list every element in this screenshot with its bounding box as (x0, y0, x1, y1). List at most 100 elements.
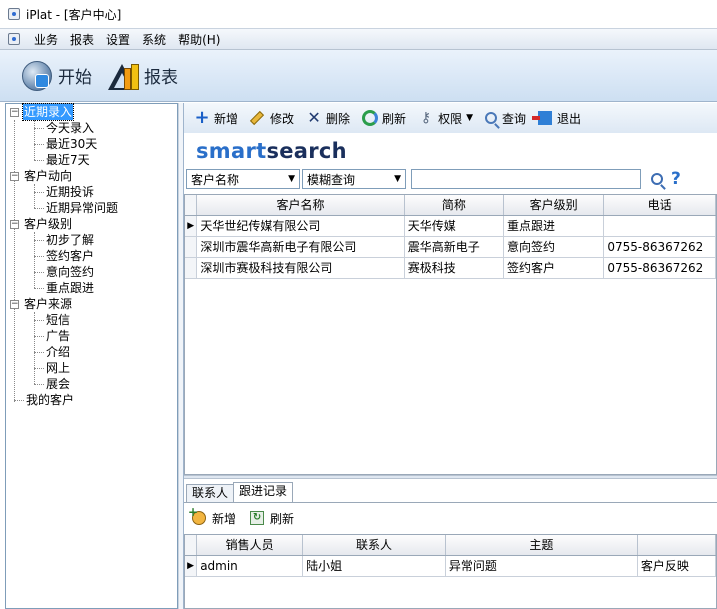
chart-icon (108, 62, 140, 90)
exit-label: 退出 (557, 111, 582, 126)
navigation-tree: − 近期录入 今天录入 最近30天 最近7天 − 客户动向 近期投诉 近期异常问… (5, 103, 178, 609)
pencil-icon (249, 110, 265, 126)
column-header[interactable] (637, 535, 716, 556)
permission-button[interactable]: ⚷ 权限 ▼ (418, 110, 473, 127)
column-header[interactable]: 主题 (445, 535, 638, 556)
tree-item-complaints[interactable]: 近期投诉 (46, 184, 94, 200)
menu-help[interactable]: 帮助(H) (172, 31, 226, 48)
tab-contacts[interactable]: 联系人 (186, 484, 235, 502)
expand-collapse-icon[interactable]: − (10, 220, 19, 229)
cell[interactable]: 签约客户 (503, 257, 605, 279)
window-title: iPlat - [客户中心] (26, 7, 122, 22)
row-indicator-header (185, 195, 198, 216)
column-header[interactable]: 简称 (404, 195, 504, 216)
tree-item-initial[interactable]: 初步了解 (46, 232, 94, 248)
tree-item-expo[interactable]: 展会 (46, 376, 70, 392)
current-row-icon: ▶ (185, 215, 198, 237)
cell[interactable]: 异常问题 (445, 555, 638, 577)
cell[interactable]: 深圳市震华高新电子有限公司 (196, 236, 405, 258)
expand-collapse-icon[interactable]: − (10, 172, 19, 181)
column-header[interactable]: 客户级别 (503, 195, 605, 216)
column-header[interactable]: 销售人员 (196, 535, 304, 556)
refresh-followup-button[interactable]: ↻ 刷新 (250, 510, 294, 527)
tree-item-ads[interactable]: 广告 (46, 328, 70, 344)
cell[interactable]: 0755-86367262 (603, 236, 716, 258)
expand-collapse-icon[interactable]: − (10, 108, 19, 117)
tree-group-trends[interactable]: 客户动向 (24, 168, 72, 184)
tab-followup[interactable]: 跟进记录 (233, 482, 294, 502)
cell[interactable]: admin (196, 555, 304, 577)
column-header[interactable]: 电话 (603, 195, 716, 216)
cell[interactable]: 0755-86367262 (603, 257, 716, 279)
exit-button[interactable]: 退出 (532, 110, 582, 127)
refresh-icon (362, 110, 379, 126)
followup-toolbar: 新增 ↻ 刷新 (184, 504, 717, 532)
app-icon (8, 8, 20, 20)
search-icon (485, 112, 497, 124)
tree-group-source[interactable]: 客户来源 (24, 296, 72, 312)
query-button[interactable]: 查询 (485, 110, 526, 127)
cell[interactable]: 陆小姐 (302, 555, 446, 577)
globe-icon (22, 60, 52, 91)
row-indicator-header (185, 535, 198, 556)
cell[interactable]: 深圳市赛极科技有限公司 (196, 257, 405, 279)
cell[interactable]: 意向签约 (503, 236, 605, 258)
cell[interactable]: 重点跟进 (503, 215, 605, 237)
delete-button[interactable]: ✕ 删除 (306, 110, 350, 127)
tree-group-recent[interactable]: 近期录入 (21, 103, 75, 121)
followup-grid: 销售人员 联系人 主题 ▶ admin 陆小姐 异常问题 客户反映 (184, 534, 717, 609)
add-followup-button[interactable]: 新增 (188, 505, 237, 527)
tree-item-key[interactable]: 重点跟进 (46, 280, 94, 296)
table-row[interactable]: 深圳市赛极科技有限公司 赛极科技 签约客户 0755-86367262 (185, 257, 716, 279)
menu-business[interactable]: 业务 (28, 31, 64, 48)
add-followup-label: 新增 (212, 511, 237, 526)
tree-item-issues[interactable]: 近期异常问题 (46, 200, 118, 216)
search-mode-select[interactable]: 模糊查询 ▼ (302, 169, 406, 189)
menu-reports[interactable]: 报表 (64, 31, 100, 48)
help-icon[interactable]: ? (671, 169, 681, 189)
refresh-followup-label: 刷新 (270, 511, 295, 526)
search-input[interactable] (411, 169, 641, 189)
tree-item-last30[interactable]: 最近30天 (46, 136, 97, 152)
cell[interactable]: 震华高新电子 (404, 236, 504, 258)
plus-icon: + (194, 107, 210, 128)
tree-item-today[interactable]: 今天录入 (46, 120, 94, 136)
menu-system[interactable]: 系统 (136, 31, 172, 48)
column-header[interactable]: 客户名称 (196, 195, 405, 216)
tree-item-intent[interactable]: 意向签约 (46, 264, 94, 280)
tree-item-sms[interactable]: 短信 (46, 312, 70, 328)
key-icon: ⚷ (420, 110, 432, 126)
tree-item-my-customers[interactable]: 我的客户 (26, 392, 74, 408)
cell[interactable]: 赛极科技 (404, 257, 504, 279)
tree-item-last7[interactable]: 最近7天 (46, 152, 90, 168)
horizontal-splitter[interactable] (184, 475, 717, 479)
refresh-button[interactable]: 刷新 (362, 110, 406, 127)
cell[interactable]: 天华传媒 (404, 215, 504, 237)
table-row[interactable]: 深圳市震华高新电子有限公司 震华高新电子 意向签约 0755-86367262 (185, 236, 716, 258)
column-header[interactable]: 联系人 (302, 535, 446, 556)
search-icon[interactable] (651, 173, 663, 185)
tree-item-referral[interactable]: 介绍 (46, 344, 70, 360)
tree-item-online[interactable]: 网上 (46, 360, 70, 376)
start-button[interactable]: 开始 (22, 60, 92, 91)
cell[interactable]: 天华世纪传媒有限公司 (196, 215, 405, 237)
title-bar: iPlat - [客户中心] (0, 0, 717, 28)
tree-group-level[interactable]: 客户级别 (24, 216, 72, 232)
add-label: 新增 (214, 111, 239, 126)
search-field-select[interactable]: 客户名称 ▼ (186, 169, 300, 189)
report-button[interactable]: 报表 (108, 62, 178, 90)
add-button[interactable]: + 新增 (194, 107, 239, 128)
edit-button[interactable]: 修改 (249, 110, 294, 127)
system-menu-icon[interactable] (8, 33, 20, 45)
tree-item-signed[interactable]: 签约客户 (46, 248, 94, 264)
table-row[interactable]: ▶ admin 陆小姐 异常问题 客户反映 (185, 555, 716, 577)
delete-icon: ✕ (307, 108, 321, 127)
table-row[interactable]: ▶ 天华世纪传媒有限公司 天华传媒 重点跟进 (185, 215, 716, 237)
chevron-down-icon: ▼ (394, 174, 401, 184)
cell[interactable] (603, 215, 716, 237)
expand-collapse-icon[interactable]: − (10, 300, 19, 309)
menu-settings[interactable]: 设置 (100, 31, 136, 48)
smartsearch-logo: smartsearch (196, 139, 347, 163)
permission-label: 权限 (438, 111, 463, 126)
cell[interactable]: 客户反映 (637, 555, 716, 577)
